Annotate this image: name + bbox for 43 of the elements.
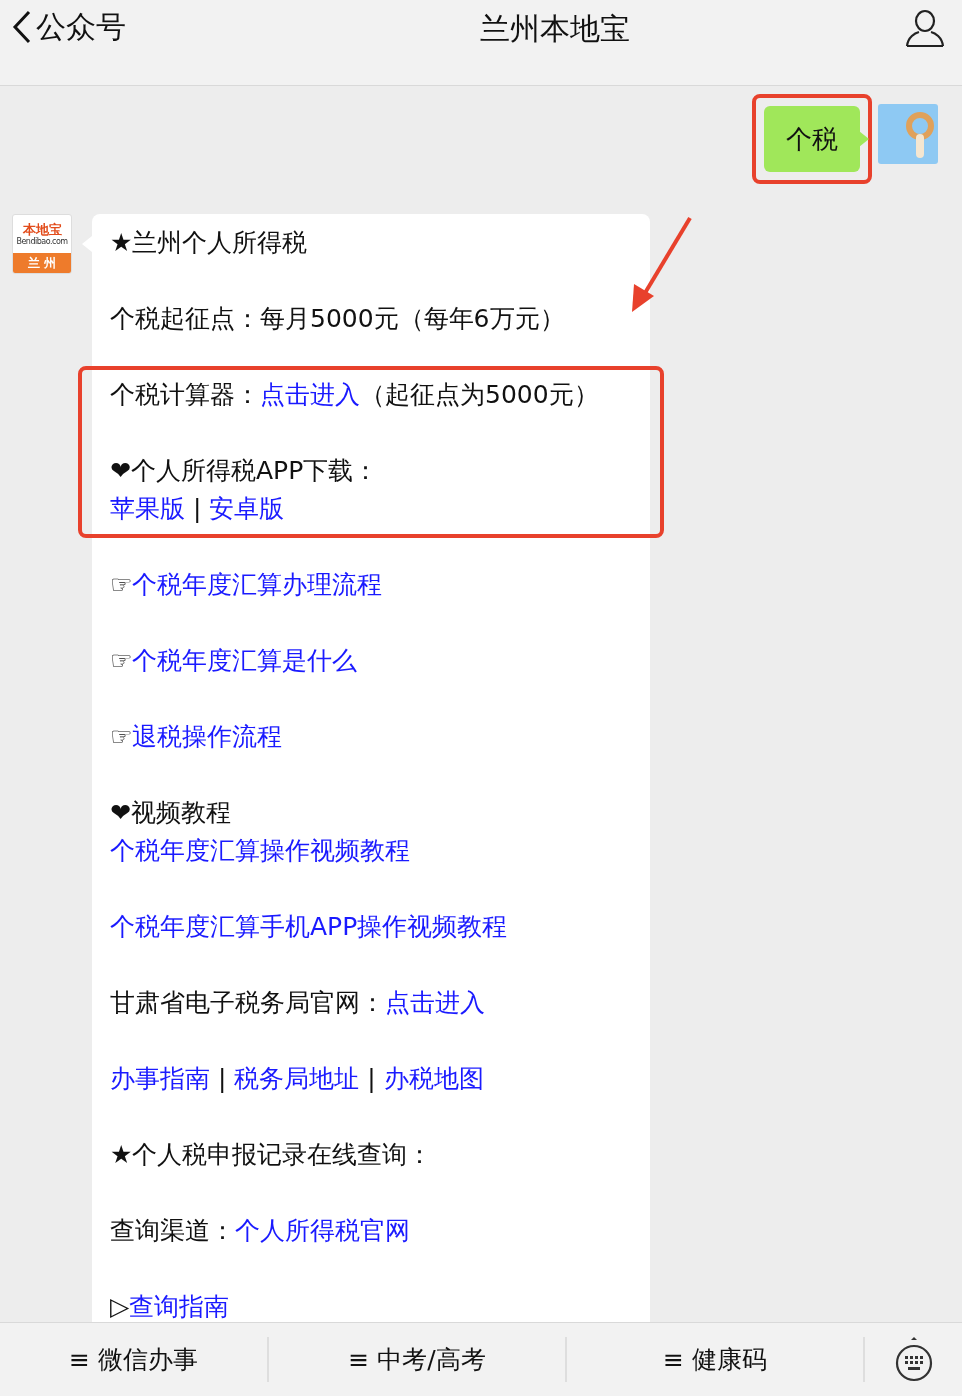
link[interactable]: 安卓版 bbox=[209, 490, 285, 528]
message-text: | bbox=[366, 1063, 377, 1096]
message-text: （起征点为5000元） bbox=[360, 379, 599, 412]
menu-tab[interactable]: ≡ 健康码 bbox=[567, 1337, 865, 1382]
message-text: ★个人税申报记录在线查询： bbox=[110, 1139, 433, 1172]
message-text: ❤视频教程 bbox=[110, 797, 231, 830]
link[interactable]: 点击进入 bbox=[385, 984, 485, 1022]
link[interactable]: 查询指南 bbox=[129, 1288, 230, 1322]
message-text: ☞ bbox=[110, 569, 133, 602]
message-text: 甘肃省电子税务局官网： bbox=[110, 987, 385, 1020]
back-icon bbox=[12, 9, 32, 44]
message-text: | bbox=[191, 493, 203, 526]
message-text: | bbox=[216, 1063, 228, 1096]
link[interactable]: 点击进入 bbox=[260, 376, 360, 414]
message-text: 个税计算器： bbox=[110, 379, 260, 412]
logo-city: 兰 州 bbox=[27, 257, 57, 269]
link[interactable]: 办税地图 bbox=[383, 1060, 484, 1098]
menu-tab[interactable]: ≡ 中考/高考 bbox=[269, 1337, 567, 1382]
link[interactable]: 个人所得税官网 bbox=[235, 1212, 410, 1250]
link[interactable]: 退税操作流程 bbox=[132, 718, 283, 756]
link[interactable]: 个税年度汇算办理流程 bbox=[132, 566, 383, 604]
message-text: 查询渠道： bbox=[110, 1215, 235, 1248]
message-text: ▷ bbox=[110, 1291, 130, 1322]
link[interactable]: 苹果版 bbox=[110, 490, 185, 528]
logo-text: 本地宝 bbox=[22, 222, 62, 236]
link[interactable]: 办事指南 bbox=[110, 1060, 210, 1098]
user-avatar bbox=[878, 104, 938, 164]
menu-tab[interactable]: ≡ 微信办事 bbox=[0, 1337, 269, 1382]
back-button[interactable]: 公众号 bbox=[12, 4, 126, 49]
message-text: ☞ bbox=[110, 721, 133, 754]
message-text: ❤个人所得税APP下载： bbox=[110, 455, 379, 488]
link[interactable]: 个税年度汇算手机APP操作视频教程 bbox=[110, 908, 508, 946]
link[interactable]: 个税年度汇算是什么 bbox=[132, 642, 358, 680]
message-text: ★兰州个人所得税 bbox=[110, 227, 308, 260]
link[interactable]: 个税年度汇算操作视频教程 bbox=[110, 832, 410, 870]
person-icon[interactable] bbox=[904, 8, 946, 48]
window-title: 兰州本地宝 bbox=[480, 10, 630, 48]
link[interactable]: 税务局地址 bbox=[234, 1060, 360, 1098]
message-text: ☞ bbox=[110, 645, 133, 678]
sent-bubble: 个税 bbox=[764, 106, 860, 172]
logo-site: Bendibao.com bbox=[16, 237, 68, 246]
message-text: 个税起征点：每月5000元（每年6万元） bbox=[110, 303, 565, 336]
keyboard-icon[interactable] bbox=[893, 1335, 934, 1384]
